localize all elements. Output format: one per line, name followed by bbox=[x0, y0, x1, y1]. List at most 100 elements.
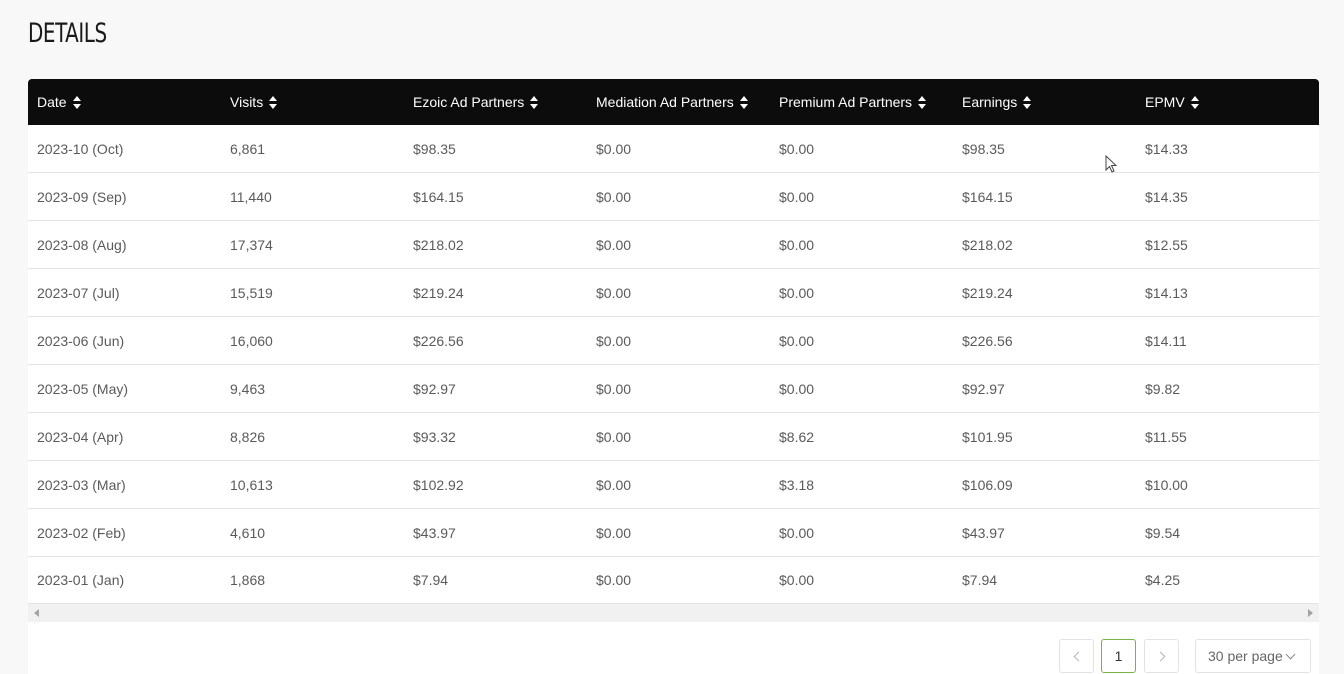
table-cell: 11,440 bbox=[230, 188, 272, 205]
table-cell: $106.09 bbox=[962, 476, 1013, 493]
table-cell: $0.00 bbox=[596, 236, 632, 253]
column-header-mediation-ad-partners[interactable]: Mediation Ad Partners bbox=[596, 79, 748, 125]
column-header-date[interactable]: Date bbox=[37, 79, 81, 125]
table-cell: $8.62 bbox=[779, 428, 815, 445]
table-cell: $102.92 bbox=[413, 476, 464, 493]
table-cell: 2023-06 (Jun) bbox=[37, 332, 125, 349]
column-header-label: Visits bbox=[230, 94, 264, 110]
page-title: DETAILS bbox=[28, 18, 107, 49]
table-cell: $0.00 bbox=[596, 428, 632, 445]
table-cell: 16,060 bbox=[230, 332, 273, 349]
column-header-earnings[interactable]: Earnings bbox=[962, 79, 1032, 125]
table-cell: $0.00 bbox=[596, 284, 632, 301]
table-cell: $219.24 bbox=[962, 284, 1013, 301]
column-header-visits[interactable]: Visits bbox=[230, 79, 278, 125]
table-cell: $9.82 bbox=[1145, 380, 1181, 397]
table-cell: $218.02 bbox=[413, 236, 464, 253]
sort-icon[interactable] bbox=[1023, 92, 1032, 112]
table-cell: $0.00 bbox=[596, 572, 632, 588]
table-row: 2023-05 (May) 9,463 $92.97 $0.00 $0.00 $92.97… bbox=[28, 365, 1319, 413]
table-cell: $164.15 bbox=[962, 188, 1013, 205]
table-cell: $0.00 bbox=[779, 188, 815, 205]
table-cell: $226.56 bbox=[413, 332, 464, 349]
scroll-right-icon[interactable] bbox=[1308, 609, 1313, 617]
column-header-label: Ezoic Ad Partners bbox=[413, 94, 525, 110]
details-table: Date Visits Ezoic Ad Partners Mediation Ad … bbox=[28, 79, 1319, 674]
table-cell: 2023-08 (Aug) bbox=[37, 236, 127, 253]
page-number-button[interactable]: 1 bbox=[1101, 639, 1136, 673]
sort-icon[interactable] bbox=[1190, 92, 1199, 112]
table-cell: $0.00 bbox=[779, 140, 815, 157]
scroll-left-icon[interactable] bbox=[34, 609, 39, 617]
horizontal-scrollbar[interactable] bbox=[28, 604, 1319, 622]
table-cell: 2023-04 (Apr) bbox=[37, 428, 124, 445]
column-header-label: Date bbox=[37, 94, 67, 110]
next-page-button[interactable] bbox=[1144, 639, 1179, 673]
table-cell: 9,463 bbox=[230, 380, 266, 397]
page: DETAILS Date Visits Ezoic Ad Partners Media… bbox=[0, 0, 1344, 674]
table-cell: $0.00 bbox=[596, 380, 632, 397]
table-cell: $7.94 bbox=[413, 572, 449, 588]
table-cell: $0.00 bbox=[596, 332, 632, 349]
table-row: 2023-07 (Jul) 15,519 $219.24 $0.00 $0.00 $219… bbox=[28, 269, 1319, 317]
table-cell: $226.56 bbox=[962, 332, 1013, 349]
table-cell: $11.55 bbox=[1145, 428, 1187, 445]
table-cell: $0.00 bbox=[779, 380, 815, 397]
sort-icon[interactable] bbox=[72, 92, 81, 112]
column-header-epmv[interactable]: EPMV bbox=[1145, 79, 1199, 125]
table-body: 2023-10 (Oct) 6,861 $98.35 $0.00 $0.00 $98.35… bbox=[28, 125, 1319, 604]
table-cell: 2023-10 (Oct) bbox=[37, 140, 124, 157]
table-cell: 2023-07 (Jul) bbox=[37, 284, 120, 301]
table-cell: $9.54 bbox=[1145, 524, 1181, 541]
table-cell: $219.24 bbox=[413, 284, 464, 301]
sort-icon[interactable] bbox=[739, 92, 748, 112]
table-cell: $43.97 bbox=[413, 524, 456, 541]
table-cell: 2023-05 (May) bbox=[37, 380, 129, 397]
table-row: 2023-04 (Apr) 8,826 $93.32 $0.00 $8.62 $101.9… bbox=[28, 413, 1319, 461]
table-cell: $93.32 bbox=[413, 428, 456, 445]
table-cell: $0.00 bbox=[779, 572, 815, 588]
column-header-label: Premium Ad Partners bbox=[779, 94, 913, 110]
column-header-label: Earnings bbox=[962, 94, 1018, 110]
table-cell: 2023-03 (Mar) bbox=[37, 476, 126, 493]
table-cell: $0.00 bbox=[596, 476, 632, 493]
chevron-down-icon bbox=[1285, 649, 1296, 659]
table-cell: $92.97 bbox=[962, 380, 1005, 397]
table-cell: $12.55 bbox=[1145, 236, 1188, 253]
table-header: Date Visits Ezoic Ad Partners Mediation Ad … bbox=[28, 79, 1319, 125]
table-cell: 8,826 bbox=[230, 428, 266, 445]
table-cell: 4,610 bbox=[230, 524, 266, 541]
table-cell: 2023-02 (Feb) bbox=[37, 524, 126, 541]
column-header-ezoic-ad-partners[interactable]: Ezoic Ad Partners bbox=[413, 79, 539, 125]
table-cell: $14.13 bbox=[1145, 284, 1188, 301]
table-cell: 6,861 bbox=[230, 140, 266, 157]
table-cell: 2023-09 (Sep) bbox=[37, 188, 127, 205]
table-row: 2023-06 (Jun) 16,060 $226.56 $0.00 $0.00 $226… bbox=[28, 317, 1319, 365]
table-cell: $98.35 bbox=[413, 140, 456, 157]
table-row: 2023-03 (Mar) 10,613 $102.92 $0.00 $3.18 $106… bbox=[28, 461, 1319, 509]
table-row: 2023-02 (Feb) 4,610 $43.97 $0.00 $0.00 $43.97… bbox=[28, 509, 1319, 557]
chevron-left-icon bbox=[1073, 651, 1083, 661]
table-cell: $0.00 bbox=[596, 524, 632, 541]
sort-icon[interactable] bbox=[918, 92, 927, 112]
column-header-label: EPMV bbox=[1145, 94, 1185, 110]
table-row: 2023-10 (Oct) 6,861 $98.35 $0.00 $0.00 $98.35… bbox=[28, 125, 1319, 173]
table-cell: $7.94 bbox=[962, 572, 998, 588]
pagination: 1 30 per page bbox=[28, 622, 1319, 674]
table-cell: $14.33 bbox=[1145, 140, 1188, 157]
column-header-premium-ad-partners[interactable]: Premium Ad Partners bbox=[779, 79, 927, 125]
chevron-right-icon bbox=[1155, 651, 1165, 661]
sort-icon[interactable] bbox=[530, 92, 539, 112]
table-cell: $0.00 bbox=[779, 284, 815, 301]
table-cell: $43.97 bbox=[962, 524, 1005, 541]
table-cell: $0.00 bbox=[596, 140, 632, 157]
per-page-select[interactable]: 30 per page bbox=[1195, 639, 1311, 673]
table-cell: $0.00 bbox=[779, 524, 815, 541]
per-page-label: 30 per page bbox=[1208, 648, 1283, 664]
column-header-label: Mediation Ad Partners bbox=[596, 94, 734, 110]
sort-icon[interactable] bbox=[269, 92, 278, 112]
table-cell: $218.02 bbox=[962, 236, 1013, 253]
table-cell: $92.97 bbox=[413, 380, 456, 397]
prev-page-button[interactable] bbox=[1059, 639, 1094, 673]
table-cell: $0.00 bbox=[779, 332, 815, 349]
